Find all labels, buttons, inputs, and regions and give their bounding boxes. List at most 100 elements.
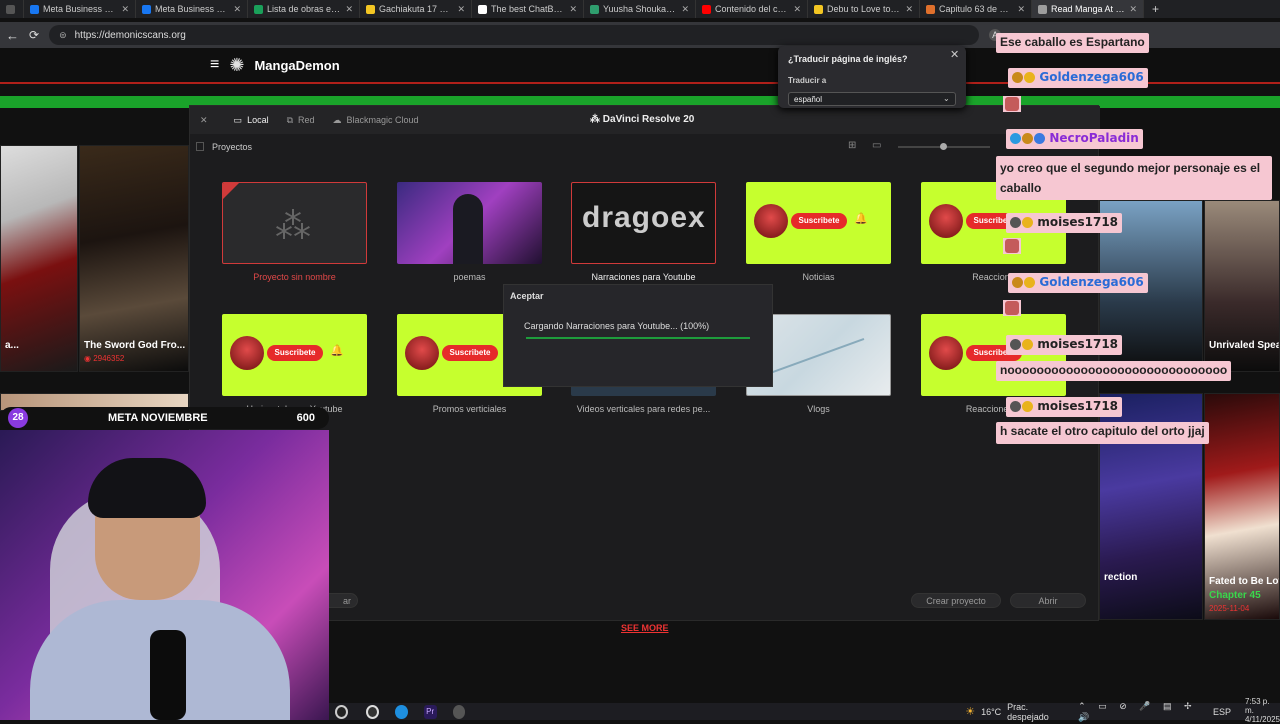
project-name: Vlogs — [807, 404, 830, 414]
manga-cover[interactable]: a... — [0, 145, 78, 372]
tab-favicon — [926, 4, 935, 14]
browser-tab[interactable]: Debu to Love to Ay ✕ — [808, 0, 920, 18]
browser-tab-active[interactable]: Read Manga At de ✕ — [1032, 0, 1144, 18]
project-thumbnail[interactable]: dragoex — [571, 182, 716, 264]
close-icon[interactable]: ✕ — [950, 48, 959, 61]
chat-message: noooooooooooooooooooooooooooooo — [996, 361, 1232, 381]
loading-dialog: Aceptar Cargando Narraciones para Youtub… — [503, 284, 773, 387]
browser-tab[interactable]: Lista de obras en s ✕ — [248, 0, 360, 18]
slider-handle[interactable] — [940, 143, 947, 150]
tab-label: Red — [298, 115, 315, 125]
address-bar[interactable]: ⊜ https://demonicscans.org — [49, 25, 980, 45]
tab-label: Read Manga At de — [1051, 4, 1126, 14]
weather-condition[interactable]: Prac. despejado — [1007, 702, 1066, 722]
close-tab-icon[interactable]: ✕ — [1017, 4, 1025, 15]
project-card[interactable]: dragoex Narraciones para Youtube — [571, 182, 716, 282]
manga-title[interactable]: rection — [1104, 572, 1137, 583]
windows-taskbar: Pr ☀ 16°C Prac. despejado ⌃ ▭ ⊘ 🎤 ▤ ✢ 🔊 … — [329, 697, 1280, 724]
project-card[interactable]: Suscribete 🔔 Horizontal para Youtube — [222, 314, 367, 414]
resolve-icon[interactable] — [452, 704, 466, 719]
browser-tab[interactable]: Gachiakuta 17 Sub ✕ — [360, 0, 472, 18]
tray-icons[interactable]: ⌃ ▭ ⊘ 🎤 ▤ ✢ 🔊 — [1078, 701, 1207, 723]
close-tab-icon[interactable]: ✕ — [233, 4, 241, 15]
project-thumbnail[interactable]: Suscribete 🔔 — [222, 314, 367, 396]
close-tab-icon[interactable]: ✕ — [1129, 4, 1137, 15]
project-thumbnail[interactable]: Suscribete 🔔 — [746, 182, 891, 264]
avatar — [405, 336, 439, 370]
project-name: poemas — [453, 272, 486, 282]
browser-tab[interactable]: Meta Business Suite ✕ — [24, 0, 136, 18]
close-tab-icon[interactable]: ✕ — [345, 4, 353, 15]
manga-cover[interactable]: The Sword God Fro... ◉ 2946352 — [79, 145, 189, 372]
obs-icon[interactable] — [335, 704, 349, 719]
tab-network[interactable]: ⧉ Red — [287, 115, 315, 126]
close-tab-icon[interactable]: ✕ — [457, 4, 465, 15]
tab-favicon — [814, 4, 823, 14]
view-toggle-icon[interactable]: ▭ — [872, 140, 881, 151]
manga-title[interactable]: Fated to Be Lov — [1209, 576, 1279, 587]
tab-favicon — [30, 4, 39, 14]
avatar — [754, 204, 788, 238]
site-info-icon[interactable]: ⊜ — [59, 30, 67, 41]
language-indicator[interactable]: ESP — [1213, 707, 1231, 717]
manga-title[interactable]: The Sword God Fro... — [84, 340, 185, 351]
chevron-down-icon: ⌄ — [943, 94, 950, 103]
browser-tab[interactable]: Capitulo 63 de Las ✕ — [920, 0, 1032, 18]
chat-username-text: NecroPaladin — [1049, 131, 1139, 145]
badge-icon — [1010, 217, 1021, 229]
resolve-titlebar: ✕ ▭ Local ⧉ Red ☁ Blackmagic Cloud ⁂ DaVinc… — [190, 106, 1100, 134]
site-logo[interactable]: MangaDemon — [254, 58, 339, 73]
open-button[interactable]: Abrir — [1010, 593, 1086, 608]
new-folder-icon[interactable]: ⊞ — [848, 140, 856, 151]
back-icon[interactable]: ← — [6, 28, 19, 43]
hamburger-menu-icon[interactable]: ≡ — [210, 56, 219, 74]
close-tab-icon[interactable]: ✕ — [121, 4, 129, 15]
close-tab-icon[interactable]: ✕ — [905, 4, 913, 15]
project-card[interactable]: ⁂ Proyecto sin nombre — [222, 182, 367, 282]
manga-chapter[interactable]: Chapter 45 — [1209, 590, 1261, 601]
see-more-link[interactable]: SEE MORE — [621, 623, 669, 633]
obs-icon[interactable] — [366, 704, 380, 719]
browser-tab[interactable]: Yuusha Shoukan ni ✕ — [584, 0, 696, 18]
project-thumbnail[interactable] — [397, 182, 542, 264]
project-thumbnail[interactable]: Suscribete — [921, 314, 1066, 396]
premiere-icon[interactable]: Pr — [423, 704, 437, 719]
browser-menu-button[interactable] — [0, 0, 24, 18]
cloud-icon: ☁ — [332, 114, 342, 125]
badge-icon — [1010, 401, 1021, 413]
close-tab-icon[interactable]: ✕ — [793, 4, 801, 15]
temperature[interactable]: 16°C — [981, 707, 1001, 717]
avatar — [929, 204, 963, 238]
manga-cover[interactable]: Unrivaled Spea — [1204, 200, 1280, 372]
project-card[interactable]: Suscribete 🔔 Noticias — [746, 182, 891, 282]
edge-icon[interactable] — [395, 704, 408, 719]
manga-cover[interactable]: Fated to Be Lov Chapter 45 2025-11-04 — [1204, 393, 1280, 620]
manga-title[interactable]: a... — [5, 340, 19, 351]
new-tab-button[interactable]: + — [1144, 2, 1167, 16]
sidebar-toggle-icon[interactable] — [196, 142, 204, 151]
tab-cloud[interactable]: ☁ Blackmagic Cloud — [333, 115, 419, 126]
manga-title[interactable]: Unrivaled Spea — [1209, 340, 1279, 351]
create-project-button[interactable]: Crear proyecto — [911, 593, 1001, 608]
project-thumbnail[interactable]: ⁂ — [222, 182, 367, 264]
goal-label: META NOVIEMBRE — [108, 412, 208, 424]
resolve-logo-icon: ⁂ — [590, 114, 603, 125]
browser-tab[interactable]: The best ChatBot a ✕ — [472, 0, 584, 18]
browser-tab[interactable]: Meta Business Suite ✕ — [136, 0, 248, 18]
reload-icon[interactable]: ⟳ — [29, 28, 39, 42]
close-tab-icon[interactable]: ✕ — [569, 4, 577, 15]
manga-views-count: 2946352 — [93, 354, 125, 363]
avatar — [230, 336, 264, 370]
chat-username-text: moises1718 — [1037, 337, 1119, 351]
thumbnail-text: dragoex — [582, 201, 706, 234]
weather-icon[interactable]: ☀ — [965, 705, 975, 718]
language-select[interactable]: español ⌄ — [788, 92, 956, 106]
tab-local[interactable]: ▭ Local — [234, 115, 269, 126]
close-icon[interactable]: ✕ — [200, 115, 208, 126]
person-figure — [453, 194, 483, 264]
badge-icon — [1022, 133, 1033, 145]
project-card[interactable]: poemas — [397, 182, 542, 282]
site-logo-icon[interactable]: ✺ — [229, 55, 244, 76]
browser-tab[interactable]: Contenido del cana ✕ — [696, 0, 808, 18]
close-tab-icon[interactable]: ✕ — [681, 4, 689, 15]
